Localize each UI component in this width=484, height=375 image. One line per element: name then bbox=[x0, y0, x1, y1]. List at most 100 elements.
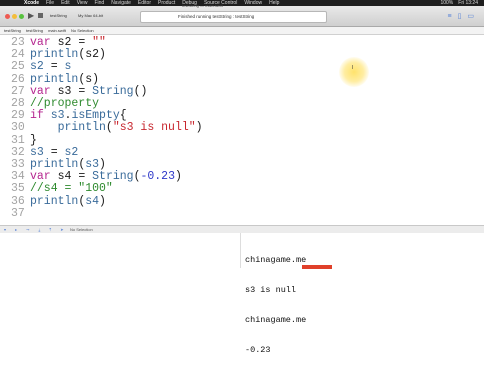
window-title: testString — main.swift bbox=[182, 3, 223, 8]
code-line[interactable]: 25 s2 = s bbox=[0, 61, 484, 73]
code-token: ) bbox=[195, 121, 203, 135]
activity-status: Finished running testString : testString bbox=[178, 14, 255, 19]
line-number: 23 bbox=[11, 36, 25, 49]
line-number: 36 bbox=[11, 194, 25, 208]
line-number: 28 bbox=[11, 97, 25, 110]
jump-bar-selection[interactable]: No Selection bbox=[71, 28, 94, 33]
code-line[interactable]: 23 var s2 = "" bbox=[0, 37, 484, 49]
code-line[interactable]: 37 bbox=[0, 206, 484, 220]
code-token: (s2) bbox=[78, 48, 106, 62]
debug-console[interactable]: chinagame.me s3 is null chinagame.me -0.… bbox=[0, 233, 484, 355]
debug-selection-label: No Selection bbox=[70, 227, 93, 232]
code-token: s3 bbox=[50, 109, 65, 123]
code-token: s3 = bbox=[50, 84, 93, 98]
code-token: isEmpty bbox=[71, 109, 120, 123]
line-number: 25 bbox=[11, 60, 25, 74]
xcode-toolbar: testString — main.swift ▶ testString My … bbox=[0, 3, 484, 27]
code-token: var bbox=[30, 170, 51, 184]
code-line[interactable]: 33 println(s3) bbox=[0, 159, 484, 171]
code-text: } bbox=[30, 134, 37, 147]
line-number: 34 bbox=[11, 170, 25, 184]
variables-view bbox=[0, 233, 241, 268]
run-button[interactable]: ▶ bbox=[28, 11, 34, 20]
console-selection-highlight bbox=[302, 265, 332, 269]
code-token: "s3 is null" bbox=[112, 121, 196, 135]
console-line: chinagame.me bbox=[245, 315, 307, 325]
line-number: 26 bbox=[11, 72, 25, 86]
stop-button[interactable] bbox=[38, 13, 43, 18]
code-token: "" bbox=[92, 36, 106, 49]
code-line[interactable]: 36 println(s4) bbox=[0, 194, 484, 208]
code-token: ( bbox=[105, 121, 113, 135]
line-number: 31 bbox=[11, 133, 25, 147]
line-number: 29 bbox=[11, 109, 25, 123]
editor-view-icons[interactable]: ≡ ▯ ▭ bbox=[448, 12, 476, 20]
code-token: println bbox=[30, 121, 106, 135]
code-token: -0.23 bbox=[140, 170, 175, 184]
jump-bar-group[interactable]: testString bbox=[26, 28, 43, 33]
code-token: ) bbox=[99, 158, 106, 171]
code-line[interactable]: 29 if s3.isEmpty{ bbox=[0, 110, 484, 122]
code-text: var s3 = String() bbox=[30, 84, 148, 98]
code-token: ) bbox=[174, 170, 182, 184]
code-token: s bbox=[64, 60, 72, 74]
code-text: s3 = s2 bbox=[30, 145, 78, 159]
jump-bar-file[interactable]: main.swift bbox=[48, 28, 66, 33]
code-text: var s4 = String(-0.23) bbox=[30, 171, 182, 183]
code-line[interactable]: 31} bbox=[0, 133, 484, 147]
code-line[interactable]: 26 println(s) bbox=[0, 72, 484, 86]
line-number: 24 bbox=[11, 48, 25, 62]
code-token: s3 bbox=[85, 158, 100, 171]
code-text: s2 = s bbox=[30, 61, 71, 73]
line-number: 27 bbox=[11, 84, 25, 98]
code-token: if bbox=[30, 109, 44, 123]
console-line: s3 is null bbox=[245, 285, 297, 295]
code-text: println(s) bbox=[30, 73, 99, 86]
code-token: s4 bbox=[85, 194, 100, 208]
activity-viewer: Finished running testString : testString bbox=[140, 11, 327, 23]
code-token: s3 bbox=[30, 145, 44, 159]
line-number: 33 bbox=[11, 158, 25, 171]
jump-bar-project[interactable]: testString bbox=[4, 28, 21, 33]
code-token: s4 = bbox=[50, 170, 93, 184]
console-line: -0.23 bbox=[245, 345, 271, 355]
mouse-highlight bbox=[339, 57, 369, 87]
code-text: println(s2) bbox=[30, 49, 106, 61]
code-token: s2 bbox=[30, 60, 44, 74]
scheme-name: testString bbox=[50, 13, 67, 18]
code-line[interactable]: 27 var s3 = String() bbox=[0, 84, 484, 98]
close-window-button[interactable] bbox=[5, 14, 10, 19]
code-token: { bbox=[119, 109, 127, 123]
console-line: chinagame.me bbox=[245, 255, 307, 265]
console-output: chinagame.me s3 is null chinagame.me -0.… bbox=[245, 235, 306, 375]
line-number: 30 bbox=[11, 121, 25, 135]
code-line[interactable]: 32 s3 = s2 bbox=[0, 145, 484, 159]
code-line[interactable]: 28 //property bbox=[0, 98, 484, 110]
code-token: //property bbox=[30, 97, 100, 110]
jump-bar[interactable]: testString testString main.swift No Sele… bbox=[0, 27, 484, 35]
code-text: //s4 = "100" bbox=[30, 183, 113, 195]
code-line[interactable]: 35 //s4 = "100" bbox=[0, 183, 484, 195]
code-text: //property bbox=[30, 98, 99, 110]
code-token: var bbox=[30, 84, 51, 98]
code-token: //s4 = "100" bbox=[30, 182, 113, 196]
line-number: 37 bbox=[11, 206, 25, 220]
scheme-selector[interactable]: testString My Mac 64-bit bbox=[50, 12, 113, 20]
code-token: String bbox=[92, 170, 134, 184]
code-line[interactable]: 34 var s4 = String(-0.23) bbox=[0, 171, 484, 183]
line-number: 35 bbox=[11, 182, 25, 196]
zoom-window-button[interactable] bbox=[19, 14, 24, 19]
code-token: println bbox=[30, 194, 79, 208]
code-token: ) bbox=[99, 194, 106, 208]
code-line[interactable]: 30 println("s3 is null") bbox=[0, 122, 484, 134]
code-token: println bbox=[30, 158, 79, 171]
code-text: var s2 = "" bbox=[30, 37, 106, 49]
code-line[interactable]: 24 println(s2) bbox=[0, 49, 484, 61]
debug-controls-icons[interactable]: ▾ ▸ ⤳ ⤓ ⤒ ➤ bbox=[4, 226, 68, 233]
minimize-window-button[interactable] bbox=[12, 14, 17, 19]
code-text: if s3.isEmpty{ bbox=[30, 110, 127, 122]
code-editor[interactable]: 23 var s2 = "" 24 println(s2) 25 s2 = s 26 prin… bbox=[0, 35, 484, 225]
code-text: println("s3 is null") bbox=[30, 122, 203, 134]
code-token: () bbox=[133, 84, 148, 98]
